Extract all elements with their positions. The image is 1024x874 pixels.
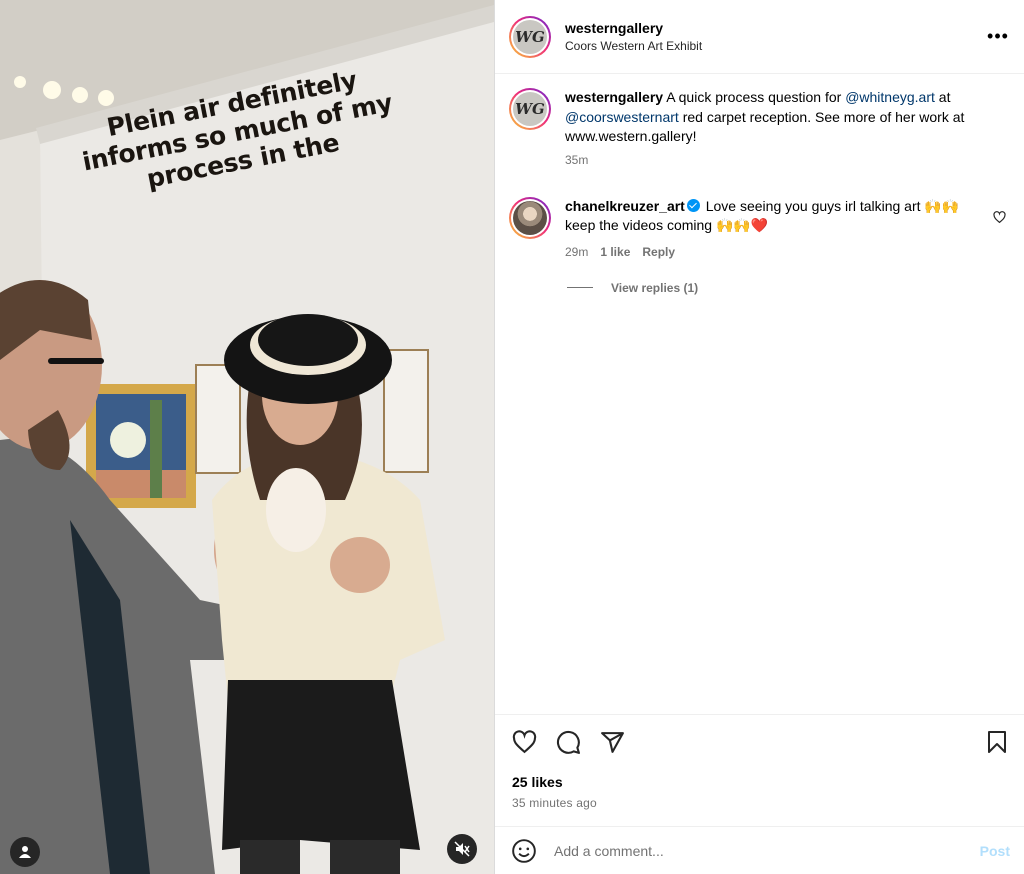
view-replies-label: View replies (1) xyxy=(611,280,699,295)
heart-icon xyxy=(512,729,536,753)
author-avatar[interactable]: WG xyxy=(509,15,551,58)
save-button[interactable] xyxy=(984,729,1010,755)
comment-input[interactable] xyxy=(554,842,972,859)
like-comment-button[interactable] xyxy=(993,210,1006,229)
post-details-panel: WG westerngallery Coors Western Art Exhi… xyxy=(494,0,1024,874)
post-timestamp[interactable]: 35 minutes ago xyxy=(512,796,597,810)
author-avatar-logo: WG xyxy=(513,19,547,54)
mention-link[interactable]: @whitneyg.art xyxy=(845,89,935,105)
caption-author-avatar-logo: WG xyxy=(513,92,547,126)
bookmark-icon xyxy=(988,731,1006,753)
caption-time[interactable]: 35m xyxy=(565,153,588,167)
post-location[interactable]: Coors Western Art Exhibit xyxy=(565,38,702,54)
caption-text-part: at xyxy=(938,89,951,105)
muted-audio-icon xyxy=(454,841,470,857)
commenter-avatar-image xyxy=(513,200,547,235)
replies-divider xyxy=(567,287,593,288)
more-options-icon: ••• xyxy=(987,26,1009,46)
emoji-icon xyxy=(512,838,536,863)
emoji-button[interactable] xyxy=(511,838,537,864)
post-video[interactable]: Plein air definitely informs so much of … xyxy=(0,0,494,874)
comment-likes[interactable]: 1 like xyxy=(600,245,630,259)
heart-icon xyxy=(993,210,1006,223)
mention-link[interactable]: @coorswesternart xyxy=(565,109,679,125)
commenter-username[interactable]: chanelkreuzer_art xyxy=(565,198,685,214)
verified-badge-icon xyxy=(686,198,700,212)
author-username[interactable]: westerngallery xyxy=(565,19,702,37)
caption-text: westerngallery A quick process question … xyxy=(565,88,995,147)
view-replies-button[interactable]: View replies (1) xyxy=(567,281,1010,295)
likes-count[interactable]: 25 likes xyxy=(512,774,563,790)
commenter-avatar[interactable] xyxy=(509,196,551,239)
post-header: WG westerngallery Coors Western Art Exhi… xyxy=(495,0,1024,74)
audio-toggle-button[interactable] xyxy=(447,834,477,864)
caption-text-part: A quick process question for xyxy=(666,89,842,105)
caption-username[interactable]: westerngallery xyxy=(565,89,663,105)
comment-meta: 29m 1 like Reply xyxy=(565,245,975,259)
caption-meta: 35m xyxy=(565,153,995,167)
comment-item: chanelkreuzer_art Love seeing you guys i… xyxy=(509,196,1010,259)
comment-button[interactable] xyxy=(555,729,581,755)
tagged-people-button[interactable] xyxy=(10,837,40,867)
comment-icon xyxy=(556,730,580,754)
caption-author-avatar[interactable]: WG xyxy=(509,88,551,130)
reply-button[interactable]: Reply xyxy=(642,245,675,259)
more-options-button[interactable]: ••• xyxy=(987,26,1009,46)
like-button[interactable] xyxy=(511,729,537,755)
comment-text: chanelkreuzer_art Love seeing you guys i… xyxy=(565,197,975,236)
post-comment-button[interactable]: Post xyxy=(980,843,1010,859)
comments-section: WG westerngallery A quick process questi… xyxy=(495,74,1024,714)
add-comment-bar: Post xyxy=(495,826,1024,874)
post-actions: 25 likes 35 minutes ago xyxy=(495,714,1024,826)
person-tag-icon xyxy=(19,846,31,858)
share-button[interactable] xyxy=(599,729,625,755)
post-viewer: Plein air definitely informs so much of … xyxy=(0,0,1024,874)
caption-comment: WG westerngallery A quick process questi… xyxy=(509,88,1010,167)
share-icon xyxy=(600,731,624,753)
comment-time[interactable]: 29m xyxy=(565,245,588,259)
